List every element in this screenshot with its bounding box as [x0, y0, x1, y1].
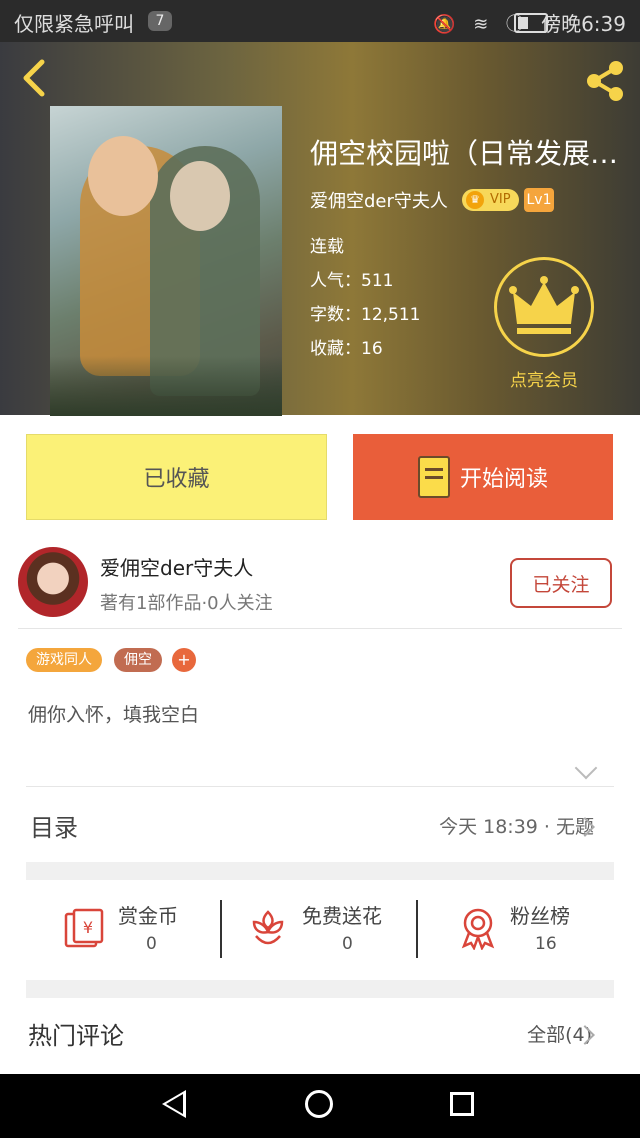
- follow-label: 已关注: [532, 573, 590, 596]
- book-author[interactable]: 爱佣空der守夫人: [310, 187, 448, 213]
- book-icon: [417, 456, 450, 498]
- level-badge: Lv1: [524, 188, 554, 212]
- stat-flower-value: 0: [342, 934, 353, 954]
- book-title: 佣空校园啦（日常发展超…: [310, 137, 634, 170]
- start-reading-button[interactable]: 开始阅读: [353, 434, 613, 520]
- back-arrow-icon[interactable]: [16, 58, 56, 98]
- book-cover-image[interactable]: [50, 106, 282, 416]
- vip-crown-icon: ♛: [466, 191, 484, 209]
- divider: [18, 628, 622, 629]
- crown-icon: [509, 276, 579, 334]
- share-icon[interactable]: [580, 56, 630, 106]
- add-tag-button[interactable]: +: [172, 648, 196, 672]
- follow-button[interactable]: 已关注: [510, 558, 612, 608]
- nav-home-icon[interactable]: [305, 1090, 333, 1118]
- notification-badge: 7: [148, 11, 172, 31]
- cover-head-left: [88, 136, 158, 216]
- svg-text:¥: ¥: [83, 918, 93, 937]
- author-name[interactable]: 爱佣空der守夫人: [100, 552, 253, 581]
- catalog-latest[interactable]: 今天 18:39 · 无题: [439, 812, 594, 839]
- favorited-label: 已收藏: [143, 467, 210, 492]
- vip-label: VIP: [490, 192, 511, 207]
- tag-game-fanfic[interactable]: 游戏同人: [26, 648, 102, 672]
- nav-recents-icon[interactable]: [450, 1092, 474, 1116]
- red-envelope-icon[interactable]: ¥: [62, 906, 106, 950]
- expand-chevron-down-icon[interactable]: [574, 756, 598, 780]
- clock-text: 傍晚6:39: [541, 12, 626, 36]
- section-gap: [26, 862, 614, 880]
- book-intro: 佣你入怀，填我空白: [28, 704, 200, 726]
- divider: [416, 900, 418, 958]
- carrier-text: 仅限紧急呼叫: [14, 12, 134, 36]
- section-gap: [26, 980, 614, 998]
- start-reading-label: 开始阅读: [459, 467, 548, 492]
- medal-icon[interactable]: [456, 906, 500, 950]
- book-favorites: 收藏：16: [310, 339, 383, 359]
- stat-tip-value: 0: [146, 934, 157, 954]
- vip-badge: ♛ VIP: [462, 189, 519, 211]
- favorited-button[interactable]: 已收藏: [26, 434, 327, 520]
- cover-head-right: [170, 161, 230, 231]
- tag-pairing[interactable]: 佣空: [114, 648, 162, 672]
- book-word-count: 字数：12,511: [310, 305, 421, 325]
- member-label[interactable]: 点亮会员: [496, 366, 592, 391]
- author-info: 著有1部作品·0人关注: [100, 593, 273, 614]
- stat-fans-value: 16: [535, 934, 557, 954]
- hot-comments-label: 热门评论: [28, 1022, 124, 1050]
- stat-fans-label[interactable]: 粉丝榜: [510, 900, 570, 929]
- book-status: 连载: [310, 237, 344, 257]
- stat-flower-label[interactable]: 免费送花: [302, 900, 382, 929]
- stat-tip-label[interactable]: 赏金币: [118, 900, 178, 929]
- divider: [220, 900, 222, 958]
- catalog-label[interactable]: 目录: [30, 808, 78, 843]
- book-popularity: 人气：511: [310, 271, 394, 291]
- author-avatar[interactable]: [18, 547, 88, 617]
- flower-icon[interactable]: [246, 906, 290, 950]
- member-crown-button[interactable]: [494, 257, 594, 357]
- status-bar: 仅限紧急呼叫 7 🔕 ≋ ⓘ 傍晚6:39: [0, 0, 640, 42]
- cover-grass: [50, 356, 282, 416]
- divider: [26, 786, 614, 787]
- nav-back-icon-inner: [166, 1094, 183, 1114]
